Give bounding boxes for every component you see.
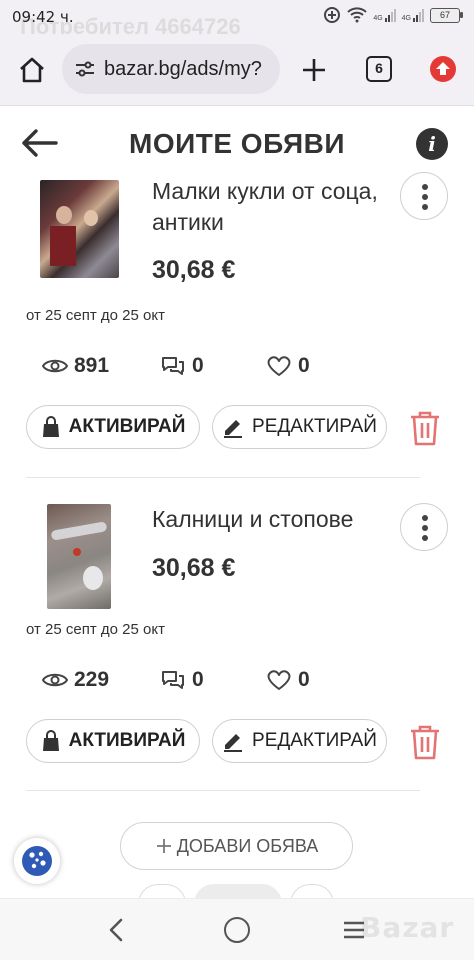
data-saver-icon: [324, 7, 341, 23]
listing-item: Калници и стопове 30,68 € от 25 септ до …: [0, 478, 474, 792]
favorites-count: 0: [298, 668, 310, 691]
trash-icon[interactable]: [408, 722, 442, 762]
messages-count: 0: [192, 354, 204, 377]
more-vertical-icon: [422, 525, 428, 531]
address-bar[interactable]: bazar.bg/ads/my?: [62, 44, 280, 94]
edit-label: РЕДАКТИРАЙ: [252, 730, 377, 751]
chat-icon: [162, 357, 184, 375]
add-ad-button[interactable]: ДОБАВИ ОБЯВА: [120, 822, 353, 870]
nav-back-icon[interactable]: [104, 917, 128, 943]
page-header: МОИТЕ ОБЯВИ i: [0, 106, 474, 176]
update-icon[interactable]: [430, 56, 456, 82]
eye-icon: [42, 359, 68, 373]
pencil-icon: [224, 734, 243, 752]
bag-icon: [42, 730, 59, 751]
network-label: 4G: [373, 14, 383, 22]
url-text[interactable]: bazar.bg/ads/my?: [104, 58, 276, 81]
edit-button[interactable]: РЕДАКТИРАЙ: [212, 405, 387, 449]
messages-count: 0: [192, 668, 204, 691]
tabs-icon[interactable]: 6: [366, 56, 392, 82]
activate-label: АКТИВИРАЙ: [68, 730, 186, 751]
listing-stats: 229 0 0: [42, 668, 310, 692]
more-options-button[interactable]: [400, 503, 448, 551]
more-options-button[interactable]: [400, 172, 448, 220]
bag-icon: [42, 416, 59, 437]
more-vertical-icon: [422, 535, 428, 541]
listing-price: 30,68 €: [152, 256, 236, 284]
info-icon[interactable]: i: [416, 128, 448, 160]
activate-label: АКТИВИРАЙ: [68, 416, 186, 437]
home-icon[interactable]: [16, 54, 48, 86]
network-label: 4G: [401, 14, 411, 22]
cookie-icon: [22, 846, 52, 876]
activate-button[interactable]: АКТИВИРАЙ: [26, 405, 200, 449]
tune-icon[interactable]: [74, 58, 96, 80]
heart-icon: [267, 356, 291, 376]
activate-button[interactable]: АКТИВИРАЙ: [26, 719, 200, 763]
battery-icon: 67: [430, 7, 463, 23]
messages-stat: 0: [160, 354, 266, 378]
listing-thumbnail[interactable]: [40, 180, 119, 278]
listing-stats: 891 0 0: [42, 354, 310, 378]
favorites-stat: 0: [266, 668, 310, 692]
divider: [26, 790, 420, 791]
favorites-count: 0: [298, 354, 310, 377]
cookie-settings-button[interactable]: [14, 838, 60, 884]
more-vertical-icon: [422, 184, 428, 190]
trash-icon[interactable]: [408, 408, 442, 448]
nav-recents-icon[interactable]: [342, 919, 366, 941]
eye-icon: [42, 673, 68, 687]
listing-price: 30,68 €: [152, 554, 236, 582]
plus-icon: [156, 839, 171, 853]
listing-dates: от 25 септ до 25 окт: [26, 307, 165, 324]
more-vertical-icon: [422, 515, 428, 521]
messages-stat: 0: [160, 668, 266, 692]
edit-label: РЕДАКТИРАЙ: [252, 416, 377, 437]
favorites-stat: 0: [266, 354, 310, 378]
status-bar: Потребител 4664726 09:42 ч. 4G 4G 67: [0, 0, 474, 39]
listing-item: Малки кукли от соца, антики 30,68 € от 2…: [0, 172, 474, 478]
views-stat: 891: [42, 354, 160, 378]
plus-icon[interactable]: [298, 54, 330, 86]
views-count: 891: [74, 354, 110, 377]
system-navigation-bar: Bazar: [0, 898, 474, 960]
more-vertical-icon: [422, 194, 428, 200]
nav-home-icon[interactable]: [224, 917, 250, 943]
listing-thumbnail[interactable]: [47, 504, 111, 609]
views-stat: 229: [42, 668, 160, 692]
add-ad-label: ДОБАВИ ОБЯВА: [176, 835, 319, 856]
views-count: 229: [74, 668, 110, 691]
brand-watermark: Bazar: [360, 911, 455, 944]
signal-icon: 4G: [401, 8, 424, 22]
listing-dates: от 25 септ до 25 окт: [26, 621, 165, 638]
more-vertical-icon: [422, 204, 428, 210]
status-time: 09:42 ч.: [12, 8, 74, 26]
chat-icon: [162, 671, 184, 689]
heart-icon: [267, 670, 291, 690]
edit-button[interactable]: РЕДАКТИРАЙ: [212, 719, 387, 763]
pencil-icon: [224, 420, 243, 438]
status-icons: 4G 4G 67: [323, 6, 463, 24]
browser-toolbar: bazar.bg/ads/my? 6: [0, 34, 474, 106]
page-title: МОИТЕ ОБЯВИ: [129, 128, 345, 159]
listing-title[interactable]: Малки кукли от соца, антики: [152, 176, 382, 238]
wifi-icon: [347, 7, 368, 23]
listing-title[interactable]: Калници и стопове: [152, 504, 382, 535]
signal-icon: 4G: [373, 8, 396, 22]
